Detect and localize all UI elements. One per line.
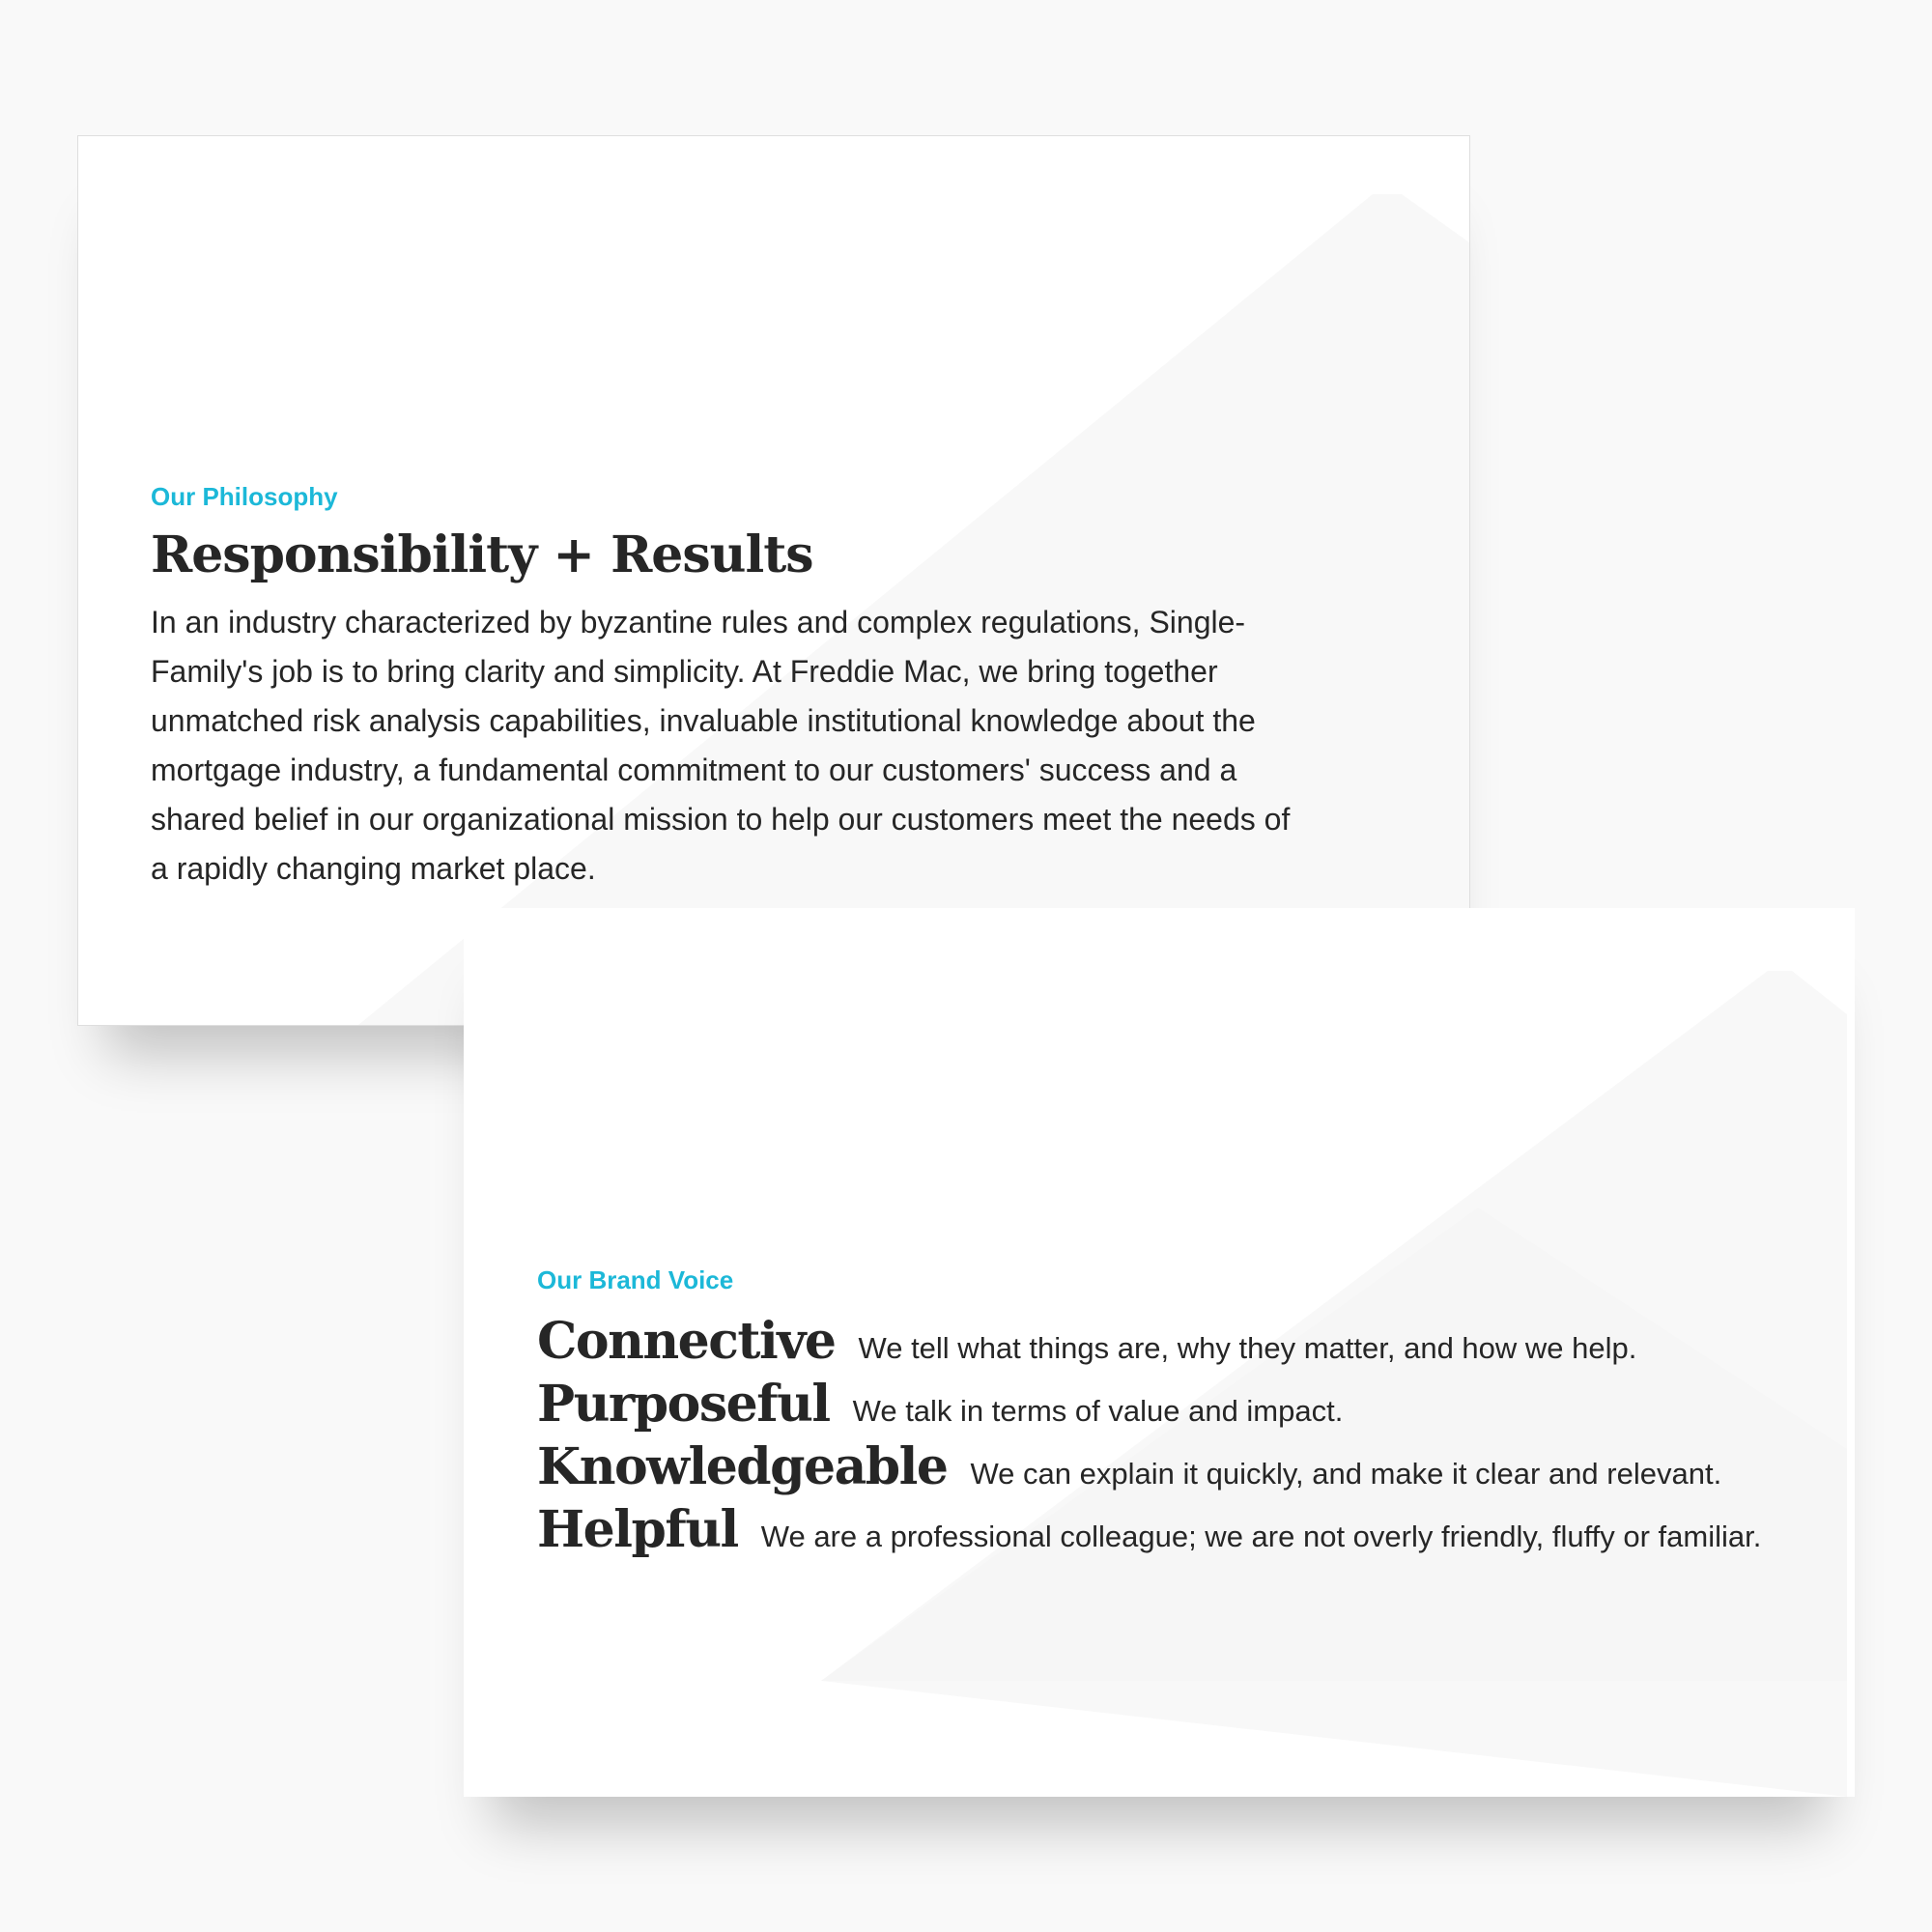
brand-voice-slide: Our Brand Voice Connective We tell what … bbox=[464, 908, 1855, 1797]
brand-voice-content: Our Brand Voice Connective We tell what … bbox=[537, 1267, 1851, 1563]
philosophy-body: In an industry characterized by byzantin… bbox=[151, 605, 1291, 886]
brand-voice-term: Knowledgeable bbox=[537, 1437, 949, 1496]
brand-voice-term: Purposeful bbox=[537, 1375, 831, 1434]
brand-voice-description: We are a professional colleague; we are … bbox=[760, 1520, 1762, 1553]
philosophy-headline: Responsibility + Results bbox=[151, 526, 814, 584]
brand-voice-item: Knowledgeable We can explain it quickly,… bbox=[537, 1437, 1851, 1500]
brand-voice-term: Connective bbox=[537, 1312, 837, 1371]
brand-voice-term: Helpful bbox=[537, 1500, 739, 1559]
philosophy-eyebrow: Our Philosophy bbox=[151, 482, 338, 511]
philosophy-content: Our Philosophy Responsibility + Results … bbox=[151, 484, 1406, 894]
philosophy-slide: Our Philosophy Responsibility + Results … bbox=[77, 135, 1470, 1026]
brand-voice-item: Purposeful We talk in terms of value and… bbox=[537, 1375, 1851, 1437]
brand-voice-list: Connective We tell what things are, why … bbox=[537, 1312, 1851, 1563]
brand-voice-description: We tell what things are, why they matter… bbox=[858, 1331, 1637, 1365]
brand-voice-eyebrow: Our Brand Voice bbox=[537, 1265, 734, 1294]
brand-voice-description: We talk in terms of value and impact. bbox=[852, 1394, 1344, 1428]
brand-voice-item: Connective We tell what things are, why … bbox=[537, 1312, 1851, 1375]
brand-voice-item: Helpful We are a professional colleague;… bbox=[537, 1500, 1851, 1563]
brand-voice-description: We can explain it quickly, and make it c… bbox=[970, 1457, 1722, 1491]
